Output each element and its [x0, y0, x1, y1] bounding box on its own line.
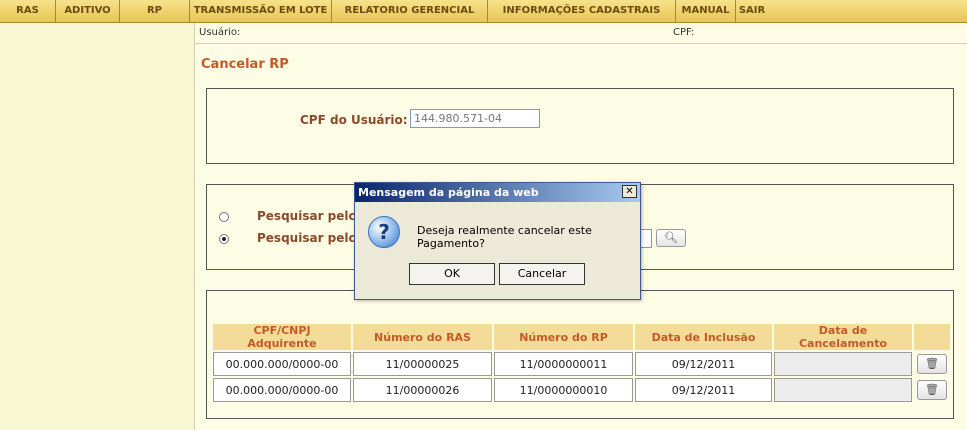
- results-table: CPF/CNPJ Adquirente Número do RAS Número…: [211, 322, 952, 404]
- col-header-data-inclusao: Data de Inclusão: [635, 324, 772, 350]
- cell-data-inclusao: 09/12/2011: [635, 352, 772, 376]
- col-header-data-cancelamento: Data de Cancelamento: [774, 324, 912, 350]
- trash-icon: 🗑︎: [925, 383, 939, 396]
- search-option-2-label: Pesquisar pelo: [257, 231, 357, 245]
- col-header-cpf-cnpj: CPF/CNPJ Adquirente: [213, 324, 351, 350]
- left-panel: [0, 23, 195, 430]
- menu-rp[interactable]: RP: [120, 0, 190, 22]
- cell-numero-ras: 11/00000025: [353, 352, 492, 376]
- close-icon: ✕: [625, 186, 634, 197]
- usuario-label: Usuário:: [199, 27, 241, 38]
- menu-informacoes-cadastrais[interactable]: INFORMAÇÕES CADASTRAIS: [488, 0, 676, 22]
- cpf-usuario-field[interactable]: 144.980.571-04: [410, 109, 540, 128]
- search-button[interactable]: 🔍︎: [656, 229, 686, 247]
- cell-numero-rp: 11/0000000010: [494, 378, 633, 402]
- cell-numero-ras: 11/00000026: [353, 378, 492, 402]
- confirm-dialog: Mensagem da página da web ✕ ? Deseja rea…: [354, 182, 641, 300]
- search-option-1-label: Pesquisar pelo: [257, 209, 357, 223]
- table-row: 00.000.000/0000-00 11/00000026 11/000000…: [213, 378, 950, 402]
- menu-ras[interactable]: RAS: [0, 0, 56, 22]
- cell-actions: 🗑︎: [914, 352, 950, 376]
- cell-data-inclusao: 09/12/2011: [635, 378, 772, 402]
- cell-actions: 🗑︎: [914, 378, 950, 402]
- cell-cpf-cnpj: 00.000.000/0000-00: [213, 378, 351, 402]
- menu-transmissao-em-lote[interactable]: TRANSMISSÃO EM LOTE: [190, 0, 332, 22]
- col-header-numero-ras: Número do RAS: [353, 324, 492, 350]
- dialog-title-bar: Mensagem da página da web ✕: [355, 183, 640, 202]
- cell-data-cancelamento: [774, 352, 912, 376]
- dialog-message: Deseja realmente cancelar este Pagamento…: [417, 224, 592, 250]
- cell-cpf-cnpj: 00.000.000/0000-00: [213, 352, 351, 376]
- table-row: 00.000.000/0000-00 11/00000025 11/000000…: [213, 352, 950, 376]
- dialog-close-button[interactable]: ✕: [622, 185, 637, 198]
- delete-button[interactable]: 🗑︎: [917, 354, 947, 374]
- cell-data-cancelamento: [774, 378, 912, 402]
- cancel-button[interactable]: Cancelar: [499, 263, 585, 285]
- top-menu: RAS ADITIVO RP TRANSMISSÃO EM LOTE RELAT…: [0, 0, 967, 23]
- cell-numero-rp: 11/0000000011: [494, 352, 633, 376]
- cpf-section: CPF do Usuário: 144.980.571-04: [206, 88, 954, 164]
- user-bar: Usuário: CPF:: [195, 23, 967, 44]
- col-header-actions: [914, 324, 950, 350]
- cpf-usuario-label: CPF do Usuário:: [300, 113, 408, 127]
- menu-manual[interactable]: MANUAL: [676, 0, 736, 22]
- magnifier-icon: 🔍︎: [664, 231, 678, 244]
- menu-aditivo[interactable]: ADITIVO: [56, 0, 120, 22]
- delete-button[interactable]: 🗑︎: [917, 380, 947, 400]
- search-option-2-radio[interactable]: [219, 234, 229, 244]
- menu-relatorio-gerencial[interactable]: RELATORIO GERENCIAL: [332, 0, 488, 22]
- search-option-1-radio[interactable]: [219, 212, 229, 222]
- ok-button[interactable]: OK: [409, 263, 495, 285]
- question-icon: ?: [368, 216, 400, 248]
- dialog-title: Mensagem da página da web: [358, 186, 539, 199]
- page-title: Cancelar RP: [201, 57, 289, 72]
- table-header-row: CPF/CNPJ Adquirente Número do RAS Número…: [213, 324, 950, 350]
- cpf-label: CPF:: [673, 27, 695, 38]
- menu-sair[interactable]: SAIR: [736, 0, 768, 22]
- col-header-numero-rp: Número do RP: [494, 324, 633, 350]
- trash-icon: 🗑︎: [925, 357, 939, 370]
